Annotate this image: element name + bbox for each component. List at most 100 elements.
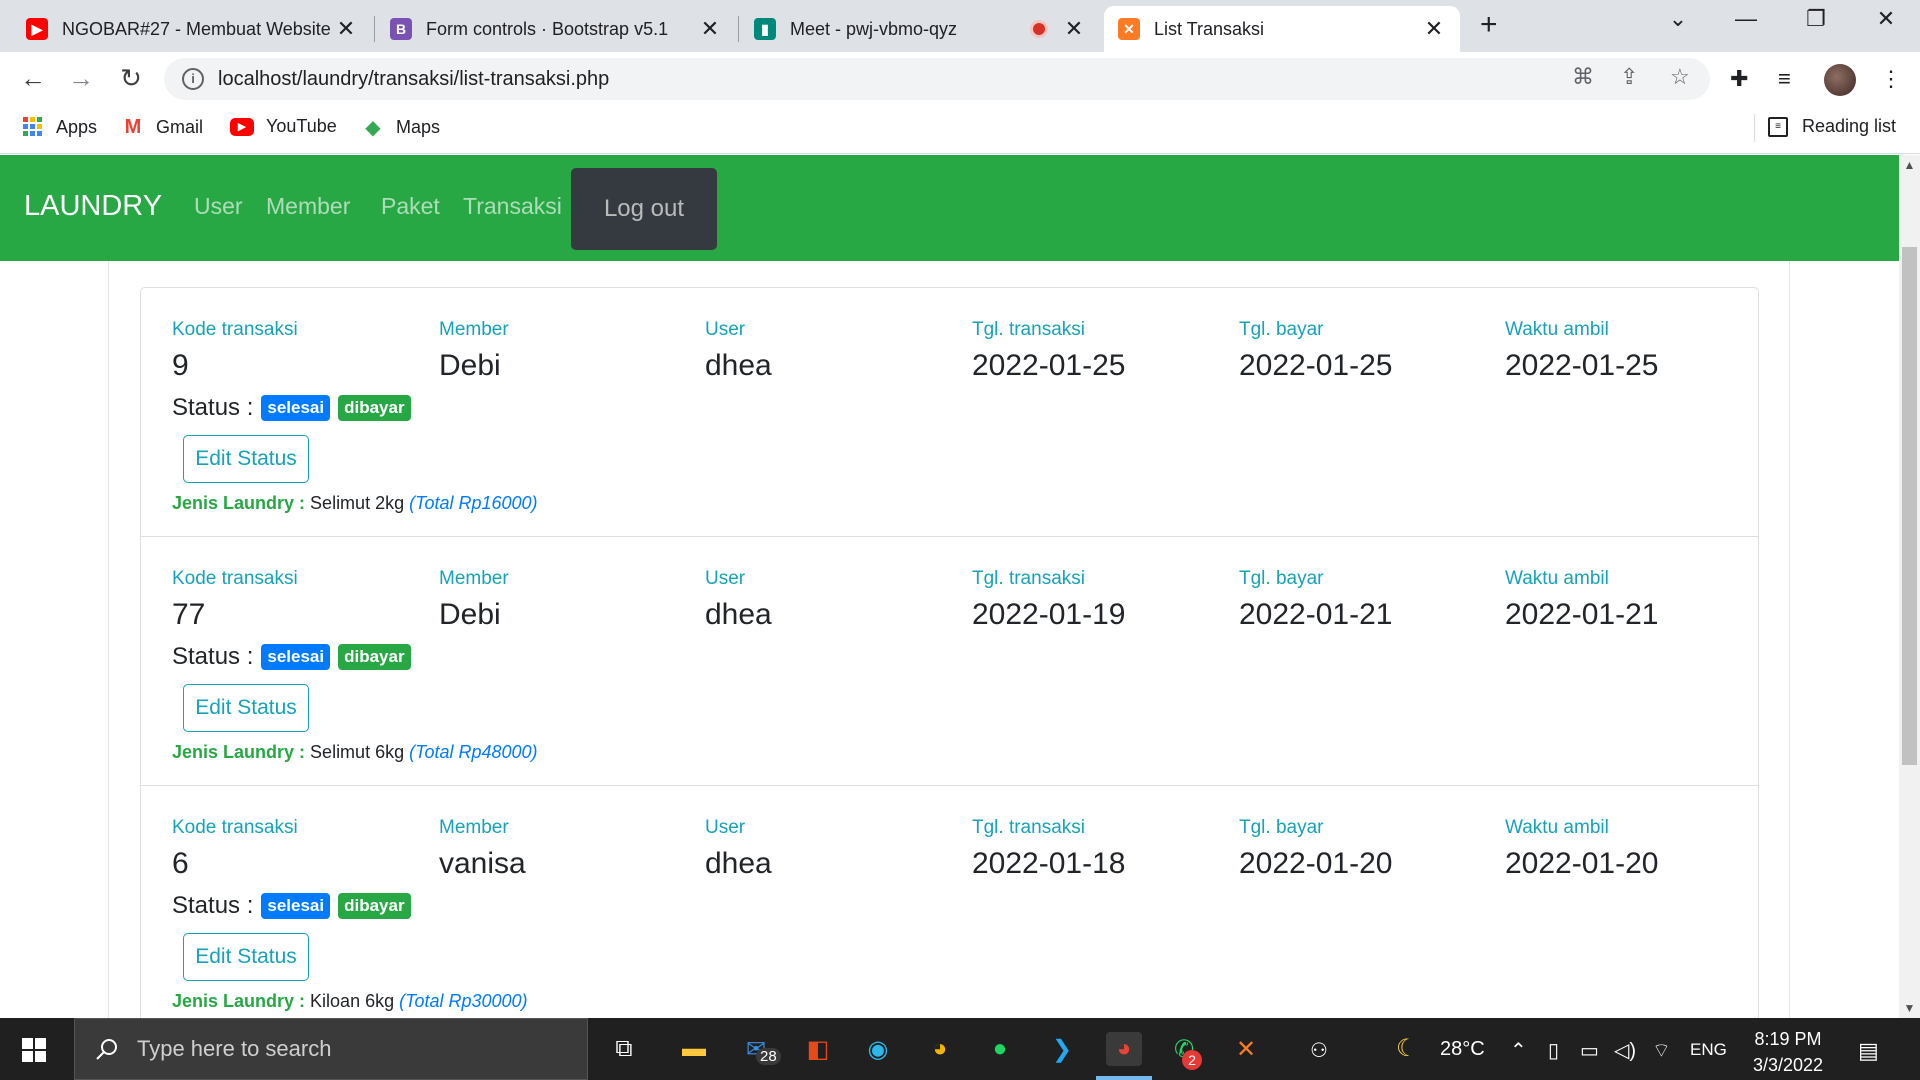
chrome-profile-icon[interactable]: ◕ <box>922 1032 958 1066</box>
bookmark-maps[interactable]: ◆ Maps <box>362 116 440 139</box>
reading-list-button[interactable]: ≡ Reading list <box>1768 116 1896 137</box>
media-control-icon[interactable]: ≡ <box>1778 66 1791 92</box>
vscode-icon[interactable]: ❯ <box>1044 1032 1080 1066</box>
close-icon[interactable]: ✕ <box>1062 16 1086 42</box>
page-scrollbar[interactable]: ▲ ▼ <box>1899 155 1920 1018</box>
tgl-transaksi-value: 2022-01-25 <box>972 349 1126 382</box>
tgl-transaksi-label: Tgl. transaksi <box>972 817 1085 838</box>
tab-list-transaksi[interactable]: ✕ List Transaksi ✕ <box>1104 6 1460 52</box>
total-value: (Total Rp16000) <box>409 493 538 513</box>
temperature[interactable]: 28°C <box>1440 1038 1485 1061</box>
menu-kebab-icon[interactable]: ⋮ <box>1880 66 1902 92</box>
usb-icon[interactable]: ▯ <box>1548 1038 1559 1063</box>
reading-list-icon: ≡ <box>1768 116 1788 137</box>
bookmark-gmail[interactable]: M Gmail <box>122 116 203 138</box>
tab-search-chevron-icon[interactable]: ⌄ <box>1648 6 1708 32</box>
translate-icon[interactable]: ⌘ <box>1572 64 1594 90</box>
tab-divider <box>374 16 375 42</box>
address-bar[interactable]: i localhost/laundry/transaksi/list-trans… <box>164 58 1710 100</box>
forward-arrow-icon[interactable]: → <box>64 62 98 96</box>
window-close-icon[interactable]: ✕ <box>1856 6 1916 32</box>
bookmark-youtube[interactable]: ▶ YouTube <box>230 116 337 137</box>
tray-chevron-up-icon[interactable]: ⌃ <box>1510 1038 1527 1063</box>
total-value: (Total Rp30000) <box>399 991 528 1011</box>
nav-link-user[interactable]: User <box>194 193 243 220</box>
restore-icon[interactable]: ❐ <box>1786 6 1846 32</box>
spotify-icon[interactable]: ● <box>982 1032 1018 1066</box>
chrome-icon[interactable]: ◕ <box>1106 1032 1142 1066</box>
tab-meet[interactable]: ▮ Meet - pwj-vbmo-qyz ✕ <box>740 6 1100 52</box>
minimize-icon[interactable]: — <box>1716 6 1776 32</box>
member-value: Debi <box>439 349 501 382</box>
navbar-brand[interactable]: LAUNDRY <box>24 190 162 223</box>
close-icon[interactable]: ✕ <box>334 16 358 42</box>
nav-link-paket[interactable]: Paket <box>381 193 440 220</box>
clock[interactable]: 8:19 PM 3/3/2022 <box>1736 1026 1840 1078</box>
jenis-label: Jenis Laundry : <box>172 493 306 513</box>
status-row: Status : selesai dibayar <box>172 394 411 422</box>
waktu-ambil-value: 2022-01-21 <box>1505 598 1659 631</box>
active-app-indicator <box>1096 1076 1152 1080</box>
people-icon[interactable]: ⚇ <box>1310 1038 1328 1063</box>
wifi-icon[interactable]: ⌔ <box>1652 1038 1671 1063</box>
scroll-down-arrow-icon[interactable]: ▼ <box>1899 998 1920 1018</box>
tab-title: List Transaksi <box>1154 18 1265 39</box>
status-label: Status : <box>172 643 254 670</box>
tgl-bayar-value: 2022-01-20 <box>1239 847 1393 880</box>
windows-start-icon[interactable] <box>22 1038 46 1062</box>
waktu-ambil-value: 2022-01-20 <box>1505 847 1659 880</box>
close-icon[interactable]: ✕ <box>698 16 722 42</box>
tab-strip: ▶ NGOBAR#27 - Membuat Website ✕ B Form c… <box>0 0 1920 52</box>
tab-title: NGOBAR#27 - Membuat Website <box>62 18 331 39</box>
nav-link-transaksi[interactable]: Transaksi <box>463 193 562 220</box>
member-label: Member <box>439 817 509 838</box>
page-viewport: LAUNDRY User Member Paket Transaksi Log … <box>0 155 1899 1018</box>
scroll-up-arrow-icon[interactable]: ▲ <box>1899 155 1920 175</box>
search-icon <box>96 1039 117 1060</box>
status-row: Status : selesai dibayar <box>172 643 411 671</box>
notification-icon[interactable]: ▤ <box>1858 1038 1879 1064</box>
gmail-icon: M <box>124 115 142 138</box>
jenis-label: Jenis Laundry : <box>172 991 306 1011</box>
office-icon[interactable]: ◧ <box>800 1032 836 1066</box>
taskbar: Type here to search ⧉ ▬ ✉ 28 ◧ ◉ ◕ ● ❯ ◕… <box>0 1018 1920 1080</box>
edge-icon[interactable]: ◉ <box>860 1032 896 1066</box>
tab-divider <box>738 16 739 42</box>
language-indicator[interactable]: ENG <box>1690 1040 1727 1060</box>
task-view-icon[interactable]: ⧉ <box>606 1032 642 1066</box>
bookmark-label: YouTube <box>266 116 337 136</box>
bookmark-apps[interactable]: Apps <box>22 116 97 138</box>
new-tab-icon[interactable]: + <box>1480 8 1498 42</box>
battery-icon[interactable]: ▭ <box>1580 1038 1599 1063</box>
logout-button[interactable]: Log out <box>571 168 717 250</box>
profile-avatar[interactable] <box>1824 64 1856 96</box>
nav-link-member[interactable]: Member <box>266 193 350 220</box>
bookmark-star-icon[interactable]: ☆ <box>1670 64 1690 90</box>
back-arrow-icon[interactable]: ← <box>16 62 50 96</box>
tgl-bayar-column: Tgl. bayar 2022-01-25 <box>1239 319 1392 383</box>
user-column: User dhea <box>705 319 772 383</box>
clock-date: 3/3/2022 <box>1752 1055 1824 1075</box>
scroll-thumb[interactable] <box>1902 247 1917 765</box>
file-explorer-icon[interactable]: ▬ <box>676 1032 712 1066</box>
waktu-ambil-column: Waktu ambil 2022-01-21 <box>1505 568 1658 632</box>
site-info-icon[interactable]: i <box>182 68 204 90</box>
reload-icon[interactable]: ↻ <box>114 62 148 96</box>
tgl-transaksi-column: Tgl. transaksi 2022-01-18 <box>972 817 1125 881</box>
share-icon[interactable]: ⇪ <box>1620 64 1638 90</box>
taskbar-search-box[interactable]: Type here to search <box>74 1018 588 1080</box>
edit-status-button[interactable]: Edit Status <box>183 435 309 483</box>
bookmarks-bar: Apps M Gmail ▶ YouTube ◆ Maps ≡ Reading … <box>0 104 1920 154</box>
edit-status-button[interactable]: Edit Status <box>183 684 309 732</box>
tab-ngobar[interactable]: ▶ NGOBAR#27 - Membuat Website ✕ <box>12 6 372 52</box>
edit-status-button[interactable]: Edit Status <box>183 933 309 981</box>
tab-bootstrap[interactable]: B Form controls · Bootstrap v5.1 ✕ <box>376 6 736 52</box>
member-column: Member Debi <box>439 568 509 632</box>
extensions-icon[interactable]: ✚ <box>1730 66 1748 92</box>
volume-icon[interactable]: ◁) <box>1614 1038 1636 1063</box>
tgl-bayar-label: Tgl. bayar <box>1239 568 1324 589</box>
xampp-icon[interactable]: ✕ <box>1228 1032 1264 1066</box>
tgl-transaksi-label: Tgl. transaksi <box>972 568 1085 589</box>
weather-icon[interactable]: ☾ <box>1396 1034 1418 1063</box>
close-icon[interactable]: ✕ <box>1422 16 1446 42</box>
